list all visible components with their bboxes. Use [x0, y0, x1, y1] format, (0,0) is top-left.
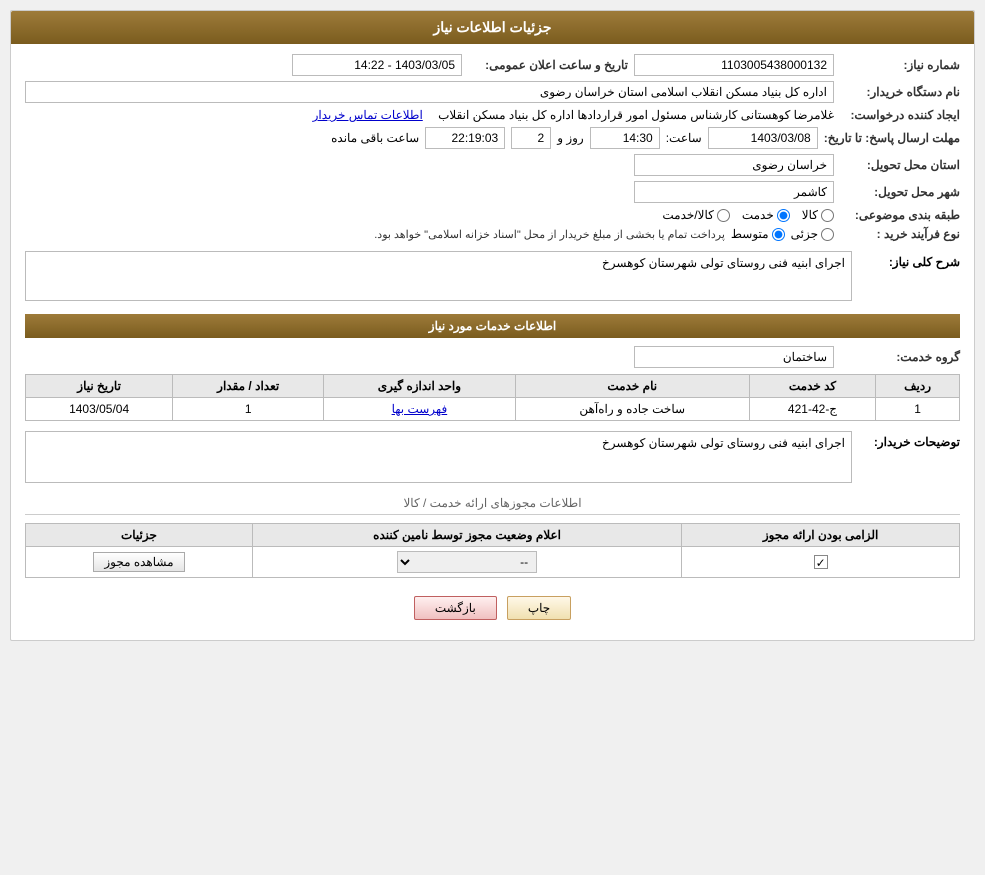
radio-motavasset[interactable] [772, 228, 785, 241]
service-group-label: گروه خدمت: [840, 350, 960, 364]
unit-link[interactable]: فهرست بها [392, 402, 448, 416]
need-number-label: شماره نیاز: [840, 58, 960, 72]
col-license-details: جزئیات [26, 524, 253, 547]
process-label: نوع فرآیند خرید : [840, 227, 960, 241]
process-note: پرداخت تمام یا بخشی از مبلغ خریدار از مح… [374, 228, 725, 241]
show-license-button[interactable]: مشاهده مجوز [93, 552, 184, 572]
license-details-cell[interactable]: مشاهده مجوز [26, 547, 253, 578]
radio-kala[interactable] [821, 209, 834, 222]
category-label: طبقه بندی موضوعی: [840, 208, 960, 222]
cell-service-name: ساخت جاده و راه‌آهن [515, 398, 749, 421]
radio-kala-label: کالا [802, 208, 818, 222]
buyer-notes-label: توضیحات خریدار: [860, 431, 960, 449]
deadline-time-label: ساعت: [666, 131, 702, 145]
creator-value: غلامرضا کوهستانی کارشناس مسئول امور قرار… [438, 108, 834, 122]
announcement-label: تاریخ و ساعت اعلان عمومی: [468, 58, 628, 72]
cell-quantity: 1 [173, 398, 324, 421]
cell-date: 1403/05/04 [26, 398, 173, 421]
col-service-name: نام خدمت [515, 375, 749, 398]
services-table: ردیف کد خدمت نام خدمت واحد اندازه گیری ت… [25, 374, 960, 421]
deadline-days: 2 [511, 127, 551, 149]
contact-link[interactable]: اطلاعات تماس خریدار [313, 108, 423, 122]
radio-jozi-label: جزئی [791, 227, 818, 241]
radio-kala-khedmat-label: کالا/خدمت [662, 208, 713, 222]
service-group-value: ساختمان [634, 346, 834, 368]
col-service-code: کد خدمت [749, 375, 875, 398]
radio-kala-khedmat[interactable] [717, 209, 730, 222]
page-title: جزئیات اطلاعات نیاز [11, 11, 974, 44]
license-required-checkbox[interactable]: ✓ [814, 555, 828, 569]
deadline-date: 1403/03/08 [708, 127, 818, 149]
province-label: استان محل تحویل: [840, 158, 960, 172]
city-value: کاشمر [634, 181, 834, 203]
cell-service-code: ج-42-421 [749, 398, 875, 421]
col-license-required: الزامی بودن ارائه مجوز [682, 524, 960, 547]
deadline-remaining-label: ساعت باقی مانده [331, 131, 419, 145]
services-section-header: اطلاعات خدمات مورد نیاز [25, 314, 960, 338]
announcement-value: 1403/03/05 - 14:22 [292, 54, 462, 76]
province-value: خراسان رضوی [634, 154, 834, 176]
license-table: الزامی بودن ارائه مجوز اعلام وضعیت مجوز … [25, 523, 960, 578]
buyer-name-value: اداره کل بنیاد مسکن انقلاب اسلامی استان … [25, 81, 834, 103]
radio-khedmat-label: خدمت [742, 208, 774, 222]
radio-motavasset-label: متوسط [731, 227, 769, 241]
deadline-time: 14:30 [590, 127, 660, 149]
cell-unit[interactable]: فهرست بها [324, 398, 515, 421]
creator-label: ایجاد کننده درخواست: [840, 108, 960, 122]
col-unit: واحد اندازه گیری [324, 375, 515, 398]
col-license-status: اعلام وضعیت مجوز توسط نامین کننده [252, 524, 681, 547]
city-label: شهر محل تحویل: [840, 185, 960, 199]
general-desc-label: شرح کلی نیاز: [860, 251, 960, 269]
need-number-value: 1103005438000132 [634, 54, 834, 76]
deadline-day-label: روز و [557, 131, 584, 145]
license-status-cell[interactable]: -- [252, 547, 681, 578]
table-row: 1 ج-42-421 ساخت جاده و راه‌آهن فهرست بها… [26, 398, 960, 421]
buyer-notes-textarea[interactable]: اجرای ابنیه فنی روستای تولی شهرستان کوهس… [25, 431, 852, 483]
deadline-remaining: 22:19:03 [425, 127, 505, 149]
deadline-label: مهلت ارسال پاسخ: تا تاریخ: [824, 131, 960, 145]
print-button[interactable]: چاپ [507, 596, 571, 620]
cell-row-num: 1 [876, 398, 960, 421]
buyer-name-label: نام دستگاه خریدار: [840, 85, 960, 99]
col-date: تاریخ نیاز [26, 375, 173, 398]
license-required-cell: ✓ [682, 547, 960, 578]
col-quantity: تعداد / مقدار [173, 375, 324, 398]
col-row-num: ردیف [876, 375, 960, 398]
radio-khedmat[interactable] [777, 209, 790, 222]
category-radio-group: کالا خدمت کالا/خدمت [662, 208, 834, 222]
radio-jozi[interactable] [821, 228, 834, 241]
general-desc-textarea[interactable]: اجرای ابنیه فنی روستای تولی شهرستان کوهس… [25, 251, 852, 301]
license-section-divider: اطلاعات مجوزهای ارائه خدمت / کالا [25, 496, 960, 515]
license-row: ✓ -- مشاهده مجوز [26, 547, 960, 578]
license-status-select[interactable]: -- [397, 551, 537, 573]
footer-buttons: چاپ بازگشت [25, 596, 960, 620]
back-button[interactable]: بازگشت [414, 596, 497, 620]
